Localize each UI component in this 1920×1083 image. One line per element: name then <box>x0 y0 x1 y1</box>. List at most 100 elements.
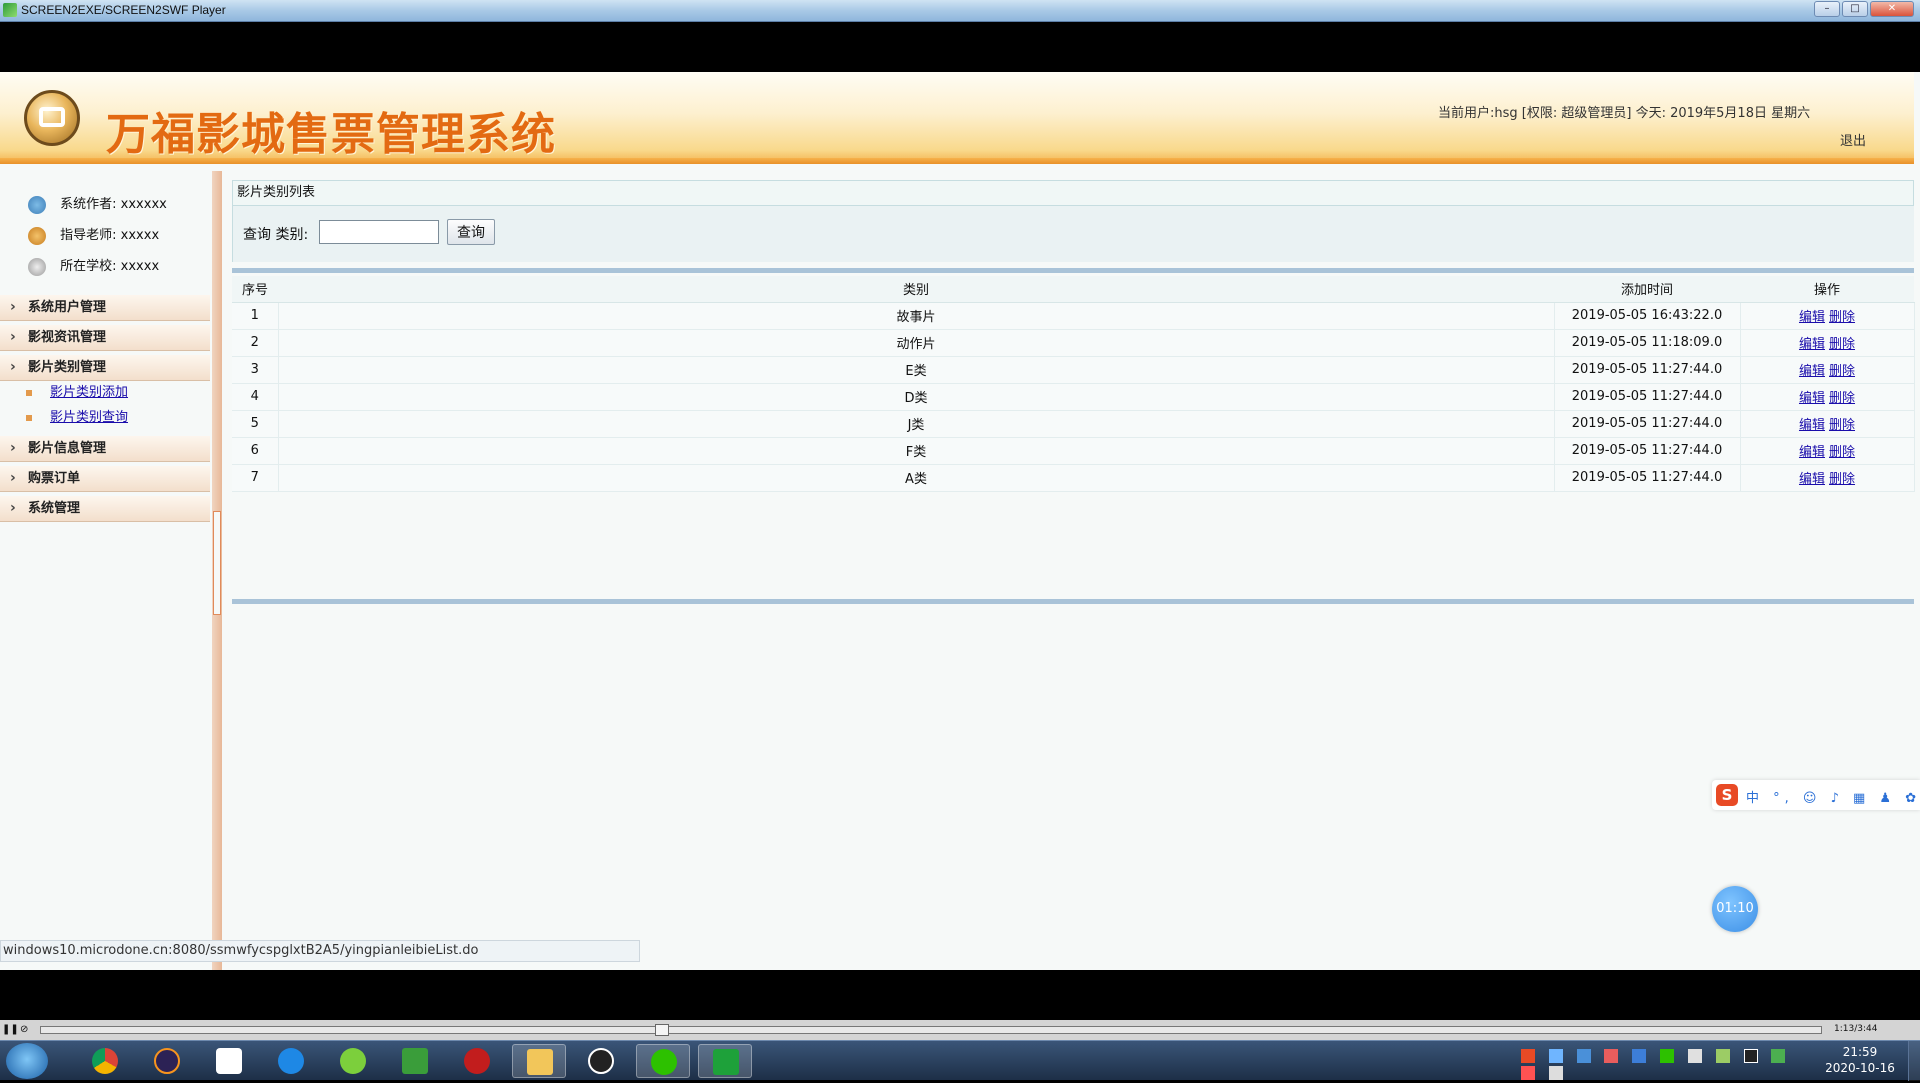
header-banner: 万福影城售票管理系统 当前用户:hsg [权限: 超级管理员] 今天: 2019… <box>0 72 1914 164</box>
window-title: SCREEN2EXE/SCREEN2SWF Player <box>21 3 226 17</box>
edit-link[interactable]: 编辑 <box>1799 472 1825 487</box>
cell-actions: 编辑 删除 <box>1740 410 1915 438</box>
delete-link[interactable]: 删除 <box>1829 418 1855 433</box>
author-value: xxxxxx <box>120 197 167 212</box>
table-row: 7 A类 2019-05-05 11:27:44.0 编辑 删除 <box>232 464 1915 492</box>
taskbar-clock[interactable]: 21:59 2020-10-16 <box>1820 1044 1900 1076</box>
taskbar-chrome[interactable] <box>78 1044 132 1078</box>
search-bar: 查询 类别: 查询 <box>232 206 1914 262</box>
progress-thumb[interactable] <box>655 1024 669 1036</box>
sogou-logo-icon: S <box>1716 784 1738 806</box>
logout-link[interactable]: 退出 <box>1840 130 1866 149</box>
delete-link[interactable]: 删除 <box>1829 337 1855 352</box>
taskbar-wechat[interactable] <box>636 1044 690 1078</box>
edit-link[interactable]: 编辑 <box>1799 445 1825 460</box>
sidebar-collapse-handle[interactable] <box>213 511 221 615</box>
category-table: 序号 类别 添加时间 操作 1 故事片 2019-05-05 16:43:22.0 编… <box>232 276 1915 492</box>
cell-category: A类 <box>278 464 1555 492</box>
cell-time: 2019-05-05 11:18:09.0 <box>1554 329 1741 357</box>
edit-link[interactable]: 编辑 <box>1799 391 1825 406</box>
taskbar-screen2swf[interactable] <box>698 1044 752 1078</box>
app-tray-icon[interactable] <box>1604 1049 1619 1063</box>
taskbar-app3[interactable] <box>202 1044 256 1078</box>
progress-track[interactable] <box>40 1024 1822 1036</box>
ime-tool-icons[interactable]: 中 °, ☺ ♪ ▦ ♟ ✿ ▦ <box>1746 787 1920 806</box>
content-panel: 影片类别列表 查询 类别: 查询 序号 类别 添加时间 操作 1 故事片 2019-… <box>232 180 1915 604</box>
delete-link[interactable]: 删除 <box>1829 364 1855 379</box>
volume-tray-icon[interactable] <box>1687 1049 1702 1063</box>
taskbar-browser[interactable] <box>264 1044 318 1078</box>
taskbar-explorer[interactable] <box>512 1044 566 1078</box>
table-row: 3 E类 2019-05-05 11:27:44.0 编辑 删除 <box>232 356 1915 384</box>
school-info: 所在学校: xxxxx <box>28 255 159 279</box>
edit-link[interactable]: 编辑 <box>1799 418 1825 433</box>
flash-icon <box>464 1048 490 1074</box>
speaker-tray-icon[interactable] <box>1521 1066 1535 1080</box>
menu-film-category[interactable]: 影片类别管理 <box>0 354 210 381</box>
close-button[interactable]: ✕ <box>1870 1 1914 17</box>
menu-film-info[interactable]: 影片信息管理 <box>0 435 210 462</box>
cell-category: 故事片 <box>278 302 1555 330</box>
show-desktop-button[interactable] <box>1908 1041 1920 1081</box>
delete-link[interactable]: 删除 <box>1829 445 1855 460</box>
battery-tray-icon[interactable] <box>1771 1049 1786 1063</box>
update-tray-icon[interactable] <box>1715 1049 1730 1063</box>
search-button[interactable]: 查询 <box>447 219 495 245</box>
cell-actions: 编辑 删除 <box>1740 356 1915 384</box>
sogou-tray-icon[interactable] <box>1521 1049 1535 1063</box>
taskbar-eclipse[interactable] <box>140 1044 194 1078</box>
sidebar-splitter[interactable] <box>212 171 222 970</box>
delete-link[interactable]: 删除 <box>1829 391 1855 406</box>
teacher-label: 指导老师: <box>60 228 117 243</box>
chrome-icon <box>92 1048 118 1074</box>
cell-category: D类 <box>278 383 1555 411</box>
cell-time: 2019-05-05 11:27:44.0 <box>1554 464 1741 492</box>
submenu-category-add[interactable]: 影片类别添加 <box>26 382 128 404</box>
minimize-button[interactable]: – <box>1814 1 1840 17</box>
security-tray-icon[interactable] <box>1632 1049 1647 1063</box>
taskbar-app5[interactable] <box>326 1044 380 1078</box>
menu-system-users[interactable]: 系统用户管理 <box>0 294 210 321</box>
shield-tray-icon[interactable] <box>1576 1049 1591 1063</box>
taskbar-flash[interactable] <box>450 1044 504 1078</box>
school-label: 所在学校: <box>60 259 117 274</box>
cell-time: 2019-05-05 11:27:44.0 <box>1554 356 1741 384</box>
taskbar-qq[interactable] <box>574 1044 628 1078</box>
cell-no: 5 <box>232 410 279 438</box>
search-label: 查询 类别: <box>243 227 309 243</box>
current-user-info: 当前用户:hsg [权限: 超级管理员] 今天: 2019年5月18日 星期六 <box>1438 106 1811 121</box>
taskbar-app6[interactable] <box>388 1044 442 1078</box>
eclipse-icon <box>154 1048 180 1074</box>
replay-icon[interactable]: ⊘ <box>20 1023 34 1037</box>
separator <box>232 268 1914 273</box>
menu-system[interactable]: 系统管理 <box>0 495 210 522</box>
browser-icon <box>278 1048 304 1074</box>
pause-icon[interactable]: ❚❚ <box>2 1023 19 1037</box>
cell-time: 2019-05-05 11:27:44.0 <box>1554 410 1741 438</box>
category-search-input[interactable] <box>319 220 439 244</box>
submenu-category-query[interactable]: 影片类别查询 <box>26 407 128 429</box>
table-row: 4 D类 2019-05-05 11:27:44.0 编辑 删除 <box>232 383 1915 411</box>
author-info: 系统作者: xxxxxx <box>28 193 167 217</box>
wechat-tray-icon[interactable] <box>1660 1049 1675 1063</box>
edit-link[interactable]: 编辑 <box>1799 310 1825 325</box>
maximize-button[interactable]: □ <box>1842 1 1868 17</box>
col-header-time: 添加时间 <box>1554 276 1740 303</box>
display-tray-icon[interactable] <box>1548 1066 1563 1080</box>
chart-app-icon <box>402 1048 428 1074</box>
cell-category: J类 <box>278 410 1555 438</box>
recording-timer: 01:10 <box>1712 886 1758 932</box>
edit-link[interactable]: 编辑 <box>1799 364 1825 379</box>
cell-category: E类 <box>278 356 1555 384</box>
delete-link[interactable]: 删除 <box>1829 472 1855 487</box>
qq-tray-icon[interactable] <box>1743 1049 1758 1063</box>
player-controls: ❚❚ ⊘ 1:13/3:44 <box>0 1020 1920 1040</box>
sogou-ime-toolbar[interactable]: S 中 °, ☺ ♪ ▦ ♟ ✿ ▦ <box>1712 780 1920 810</box>
delete-link[interactable]: 删除 <box>1829 310 1855 325</box>
edit-link[interactable]: 编辑 <box>1799 337 1825 352</box>
menu-news[interactable]: 影视资讯管理 <box>0 324 210 351</box>
start-button[interactable] <box>6 1043 48 1079</box>
network-tray-icon[interactable] <box>1548 1049 1563 1063</box>
browser-status-url: windows10.microdone.cn:8080/ssmwfycspglx… <box>0 940 640 962</box>
menu-orders[interactable]: 购票订单 <box>0 465 210 492</box>
